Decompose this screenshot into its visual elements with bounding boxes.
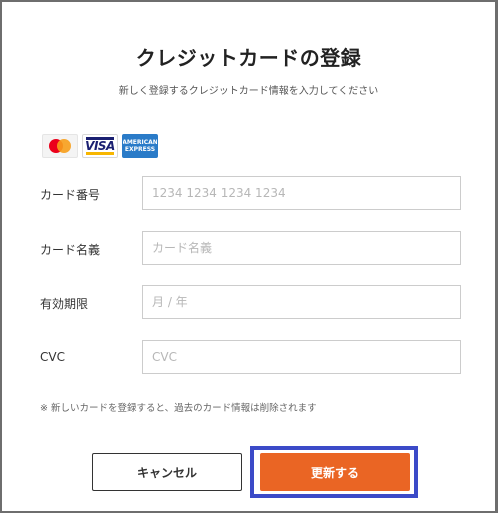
mastercard-logo-icon bbox=[42, 134, 78, 158]
visa-logo-text: VISA bbox=[85, 139, 115, 153]
modal-subtitle: 新しく登録するクレジットカード情報を入力してください bbox=[118, 86, 379, 97]
cvc-label: CVC bbox=[40, 350, 65, 364]
cvc-input[interactable] bbox=[142, 340, 461, 374]
modal-title: クレジットカードの登録 bbox=[135, 46, 362, 70]
amex-logo-line2: EXPRESS bbox=[124, 146, 156, 153]
amex-logo-icon: AMERICAN EXPRESS bbox=[122, 134, 158, 158]
card-name-label: カード名義 bbox=[40, 243, 101, 257]
visa-bottom-bar bbox=[86, 152, 114, 155]
mastercard-circles-icon bbox=[49, 139, 71, 153]
cancel-button[interactable]: キャンセル bbox=[92, 453, 242, 491]
card-name-input[interactable] bbox=[142, 231, 461, 265]
card-number-input[interactable] bbox=[142, 176, 461, 210]
replacement-note: ※ 新しいカードを登録すると、過去のカード情報は削除されます bbox=[40, 403, 317, 414]
expiry-label: 有効期限 bbox=[40, 297, 89, 311]
visa-logo-icon: VISA bbox=[82, 134, 118, 158]
card-number-label: カード番号 bbox=[40, 188, 101, 202]
visa-top-bar bbox=[86, 137, 114, 140]
expiry-input[interactable] bbox=[142, 285, 461, 319]
amex-logo-line1: AMERICAN bbox=[122, 139, 158, 146]
update-button[interactable]: 更新する bbox=[260, 453, 410, 491]
card-brand-list: VISA AMERICAN EXPRESS bbox=[42, 134, 158, 158]
card-registration-modal: クレジットカードの登録 新しく登録するクレジットカード情報を入力してください V… bbox=[2, 2, 495, 511]
